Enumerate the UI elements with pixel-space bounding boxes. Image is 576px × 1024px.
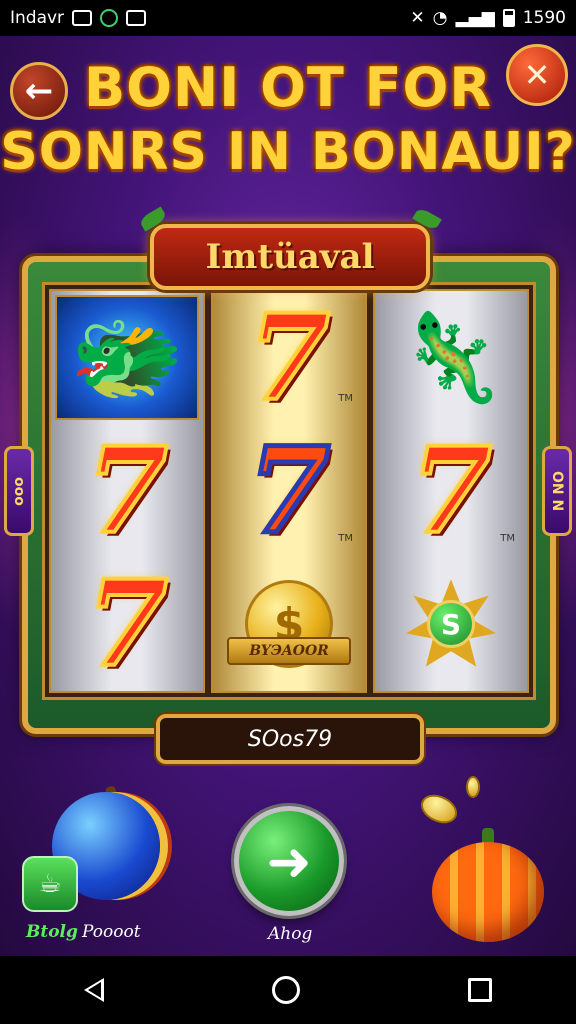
cup-icon: ☕ bbox=[38, 869, 62, 899]
reel-window: 🐲 7 7 7 TM 7 TM $ BYЭAOOR 🦎 7 TM S bbox=[42, 282, 536, 700]
symbol-gold-coin: $ BYЭAOOR bbox=[213, 558, 365, 691]
character-icon: 🦎 bbox=[397, 308, 505, 409]
signal-icon: ▂▄▆ bbox=[455, 8, 495, 28]
dragon-icon: 🐲 bbox=[69, 303, 185, 411]
game-scene: ← ✕ BONI OT FOR SONRS IN BONAUI? 🐲 7 7 7… bbox=[0, 36, 576, 956]
page-title-line1: BONI OT FOR bbox=[83, 56, 493, 119]
nav-back-icon[interactable] bbox=[84, 978, 104, 1002]
coin-ribbon: BYЭAOOR bbox=[227, 636, 351, 665]
reel-3: 🦎 7 TM S bbox=[373, 289, 529, 693]
symbol-seven: 7 bbox=[84, 554, 170, 694]
label-btolg: Btolg bbox=[26, 922, 78, 942]
sync-icon bbox=[100, 9, 119, 27]
spin-label: Ahog bbox=[268, 924, 313, 944]
symbol-seven: 7 bbox=[84, 420, 170, 560]
symbol-seven-blue: 7 TM bbox=[245, 420, 353, 560]
symbol-seven: 7 TM bbox=[246, 287, 353, 427]
dollar-badge-icon: S bbox=[406, 579, 496, 669]
score-display: SOos79 bbox=[156, 714, 424, 764]
reel-2: 7 TM 7 TM $ BYЭAOOR bbox=[211, 289, 367, 693]
nav-home-icon[interactable] bbox=[272, 976, 300, 1004]
machine-banner: Imtüaval bbox=[150, 224, 430, 290]
battery-icon bbox=[502, 9, 515, 27]
tm-mark: TM bbox=[500, 532, 515, 544]
arrow-right-icon: ➜ bbox=[266, 829, 312, 893]
navigation-bar bbox=[0, 956, 576, 1024]
nav-recents-icon[interactable] bbox=[468, 978, 492, 1002]
dollar-symbol: S bbox=[427, 600, 475, 649]
status-bar: Indavr ✕ ◔ ▂▄▆ 1590 bbox=[0, 0, 576, 36]
carrier-label: Indavr bbox=[10, 8, 65, 28]
image-icon bbox=[72, 10, 93, 26]
reel-1: 🐲 7 7 bbox=[49, 289, 205, 693]
coin-icon bbox=[416, 789, 462, 829]
symbol-wild-dragon: 🐲 bbox=[51, 291, 203, 424]
notification-icon bbox=[126, 10, 147, 26]
clock: 1590 bbox=[522, 8, 566, 28]
tm-mark: TM bbox=[338, 393, 353, 405]
page-title-line2: SONRS IN BONAUI? bbox=[0, 122, 576, 182]
side-tab-left[interactable]: ooo bbox=[4, 446, 34, 536]
label-poooot: Poooot bbox=[82, 922, 141, 942]
app-shortcut-button[interactable]: ☕ bbox=[22, 856, 78, 912]
slot-machine: 🐲 7 7 7 TM 7 TM $ BYЭAOOR 🦎 7 TM S bbox=[22, 256, 556, 734]
coin-icon bbox=[466, 776, 480, 798]
pumpkin-icon bbox=[432, 842, 544, 942]
mute-icon: ✕ bbox=[410, 8, 425, 28]
tm-mark: TM bbox=[338, 532, 353, 544]
side-tab-right[interactable]: ON N bbox=[542, 446, 572, 536]
wifi-icon: ◔ bbox=[432, 8, 448, 28]
symbol-seven: 7 TM bbox=[408, 420, 515, 560]
spin-button[interactable]: ➜ bbox=[234, 806, 344, 916]
symbol-character: 🦎 bbox=[375, 291, 527, 424]
symbol-dollar-badge: S bbox=[375, 558, 527, 691]
